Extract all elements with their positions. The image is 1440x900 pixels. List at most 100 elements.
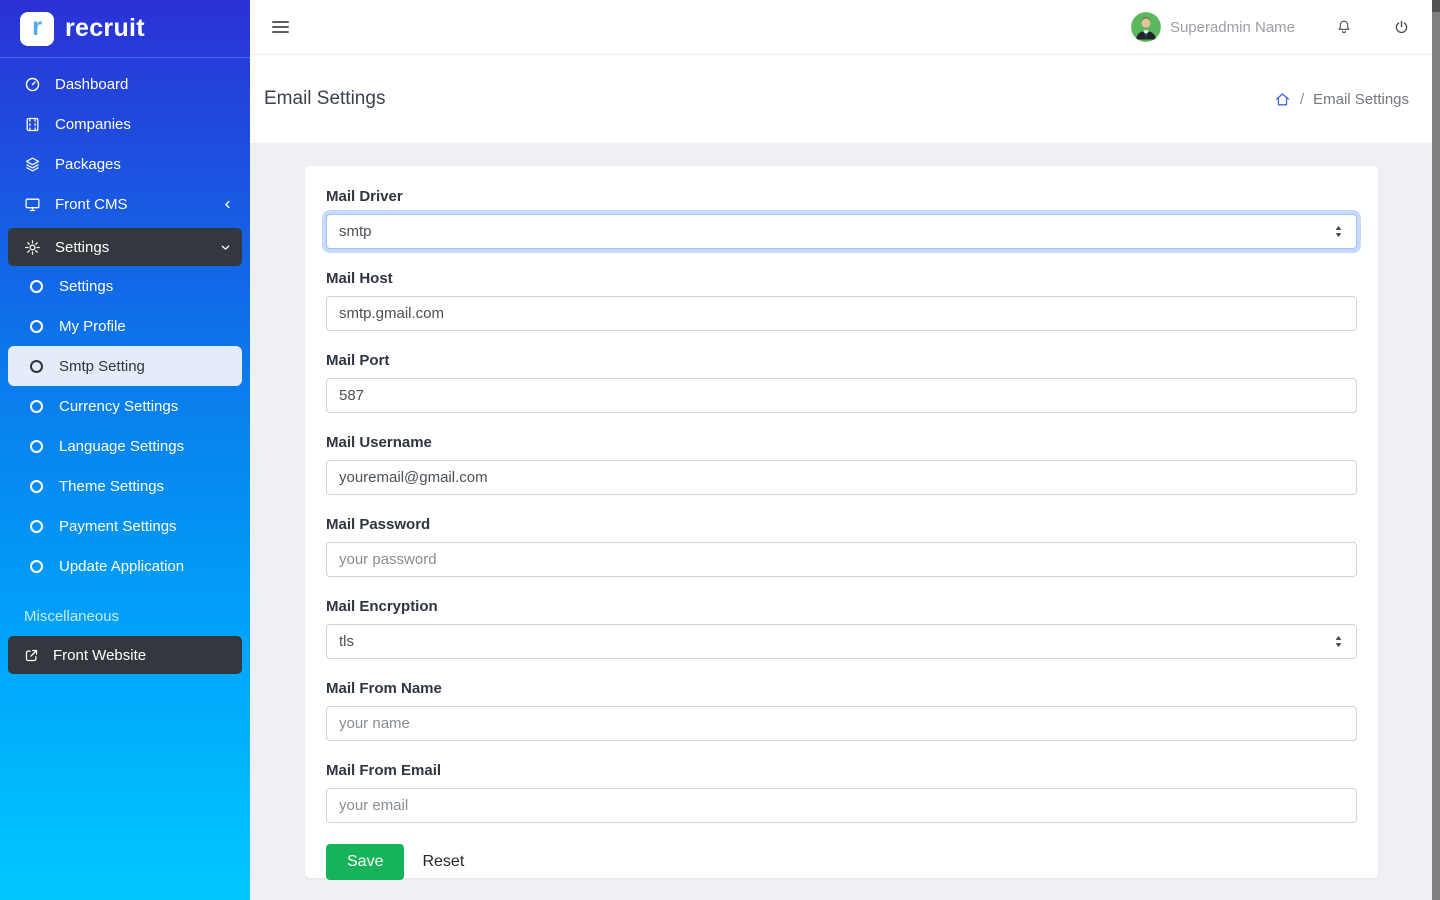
sidebar-item-companies[interactable]: Companies <box>0 104 250 144</box>
logout-power-icon[interactable] <box>1393 19 1410 36</box>
sidebar-item-front-cms[interactable]: Front CMS <box>0 184 250 224</box>
mail-driver-value: smtp <box>339 223 372 240</box>
mail-encryption-label: Mail Encryption <box>326 598 1357 615</box>
sidebar-subitem-label: Update Application <box>59 558 184 575</box>
sidebar-subitem-payment-settings[interactable]: Payment Settings <box>8 506 242 546</box>
circle-icon <box>30 360 43 373</box>
mail-from-name-input[interactable] <box>326 706 1357 741</box>
sidebar-subitem-label: My Profile <box>59 318 126 335</box>
breadcrumb-current: Email Settings <box>1313 91 1409 108</box>
sidebar-item-dashboard[interactable]: Dashboard <box>0 64 250 104</box>
circle-icon <box>30 560 43 573</box>
user-menu[interactable]: Superadmin Name <box>1131 12 1295 42</box>
companies-icon <box>24 116 41 133</box>
page-header: Email Settings / Email Settings <box>250 55 1432 143</box>
sidebar-subitem-smtp-setting[interactable]: Smtp Setting <box>8 346 242 386</box>
scrollbar-top-cap <box>1432 0 1440 12</box>
mail-from-email-input[interactable] <box>326 788 1357 823</box>
sidebar-subitem-label: Language Settings <box>59 438 184 455</box>
sidebar-item-settings[interactable]: Settings <box>8 228 242 266</box>
circle-icon <box>30 280 43 293</box>
sidebar: r recruit Dashboard <box>0 0 250 900</box>
select-arrows-icon <box>1333 635 1344 648</box>
sidebar-item-label: Dashboard <box>55 76 128 93</box>
user-name: Superadmin Name <box>1170 19 1295 36</box>
mail-encryption-select[interactable]: tls <box>326 624 1357 659</box>
front-cms-icon <box>24 196 41 213</box>
page-title: Email Settings <box>264 88 385 110</box>
notifications-bell-icon[interactable] <box>1335 18 1353 36</box>
sidebar-item-label: Packages <box>55 156 121 173</box>
page-scrollbar[interactable] <box>1432 0 1440 900</box>
reset-button[interactable]: Reset <box>422 853 464 871</box>
circle-icon <box>30 480 43 493</box>
mail-password-label: Mail Password <box>326 516 1357 533</box>
field-group-mail-password: Mail Password <box>326 516 1357 577</box>
mail-from-name-label: Mail From Name <box>326 680 1357 697</box>
hamburger-menu-icon[interactable] <box>272 21 289 33</box>
sidebar-subitem-label: Smtp Setting <box>59 358 145 375</box>
sidebar-subitem-currency-settings[interactable]: Currency Settings <box>8 386 242 426</box>
sidebar-item-packages[interactable]: Packages <box>0 144 250 184</box>
topbar: Superadmin Name <box>250 0 1432 55</box>
main-area: Superadmin Name Email Settings <box>250 0 1432 900</box>
save-button[interactable]: Save <box>326 844 404 880</box>
app-logo[interactable]: r recruit <box>0 0 250 58</box>
sidebar-section-miscellaneous: Miscellaneous <box>0 608 250 625</box>
mail-username-label: Mail Username <box>326 434 1357 451</box>
field-group-mail-from-name: Mail From Name <box>326 680 1357 741</box>
circle-icon <box>30 440 43 453</box>
mail-port-label: Mail Port <box>326 352 1357 369</box>
field-group-mail-from-email: Mail From Email <box>326 762 1357 823</box>
breadcrumb-separator: / <box>1300 91 1304 108</box>
select-arrows-icon <box>1333 225 1344 238</box>
circle-icon <box>30 320 43 333</box>
external-link-icon <box>24 648 39 663</box>
mail-port-input[interactable] <box>326 378 1357 413</box>
email-settings-card: Mail Driver smtp Mail Host <box>305 166 1378 878</box>
sidebar-subitem-theme-settings[interactable]: Theme Settings <box>8 466 242 506</box>
field-group-mail-username: Mail Username <box>326 434 1357 495</box>
field-group-mail-host: Mail Host <box>326 270 1357 331</box>
form-actions: Save Reset <box>326 844 1357 880</box>
sidebar-item-label: Front Website <box>53 647 146 664</box>
sidebar-subitem-label: Theme Settings <box>59 478 164 495</box>
sidebar-subitem-label: Payment Settings <box>59 518 177 535</box>
sidebar-subitem-update-application[interactable]: Update Application <box>8 546 242 586</box>
circle-icon <box>30 400 43 413</box>
content-area: Mail Driver smtp Mail Host <box>250 143 1432 900</box>
field-group-mail-port: Mail Port <box>326 352 1357 413</box>
mail-driver-label: Mail Driver <box>326 188 1357 205</box>
dashboard-icon <box>24 76 41 93</box>
sidebar-nav: Dashboard Companies <box>0 58 250 674</box>
sidebar-item-label: Settings <box>55 239 109 256</box>
packages-icon <box>24 156 41 173</box>
sidebar-subitem-my-profile[interactable]: My Profile <box>8 306 242 346</box>
mail-username-input[interactable] <box>326 460 1357 495</box>
circle-icon <box>30 520 43 533</box>
mail-driver-select[interactable]: smtp <box>326 214 1357 249</box>
mail-from-email-label: Mail From Email <box>326 762 1357 779</box>
chevron-down-icon <box>219 241 232 254</box>
gear-icon <box>24 239 41 256</box>
mail-host-label: Mail Host <box>326 270 1357 287</box>
field-group-mail-driver: Mail Driver smtp <box>326 188 1357 249</box>
sidebar-subitem-language-settings[interactable]: Language Settings <box>8 426 242 466</box>
field-group-mail-encryption: Mail Encryption tls <box>326 598 1357 659</box>
app-window: r recruit Dashboard <box>0 0 1440 900</box>
logo-icon: r <box>20 12 54 46</box>
mail-password-input[interactable] <box>326 542 1357 577</box>
sidebar-item-label: Companies <box>55 116 131 133</box>
breadcrumb: / Email Settings <box>1274 91 1409 108</box>
chevron-left-icon <box>221 198 234 211</box>
sidebar-item-front-website[interactable]: Front Website <box>8 636 242 674</box>
mail-encryption-value: tls <box>339 633 354 650</box>
mail-host-input[interactable] <box>326 296 1357 331</box>
sidebar-item-label: Front CMS <box>55 196 128 213</box>
home-icon[interactable] <box>1274 91 1291 108</box>
sidebar-subitem-label: Currency Settings <box>59 398 178 415</box>
sidebar-subitem-settings[interactable]: Settings <box>8 266 242 306</box>
logo-text: recruit <box>65 14 145 43</box>
avatar <box>1131 12 1161 42</box>
sidebar-subitem-label: Settings <box>59 278 113 295</box>
